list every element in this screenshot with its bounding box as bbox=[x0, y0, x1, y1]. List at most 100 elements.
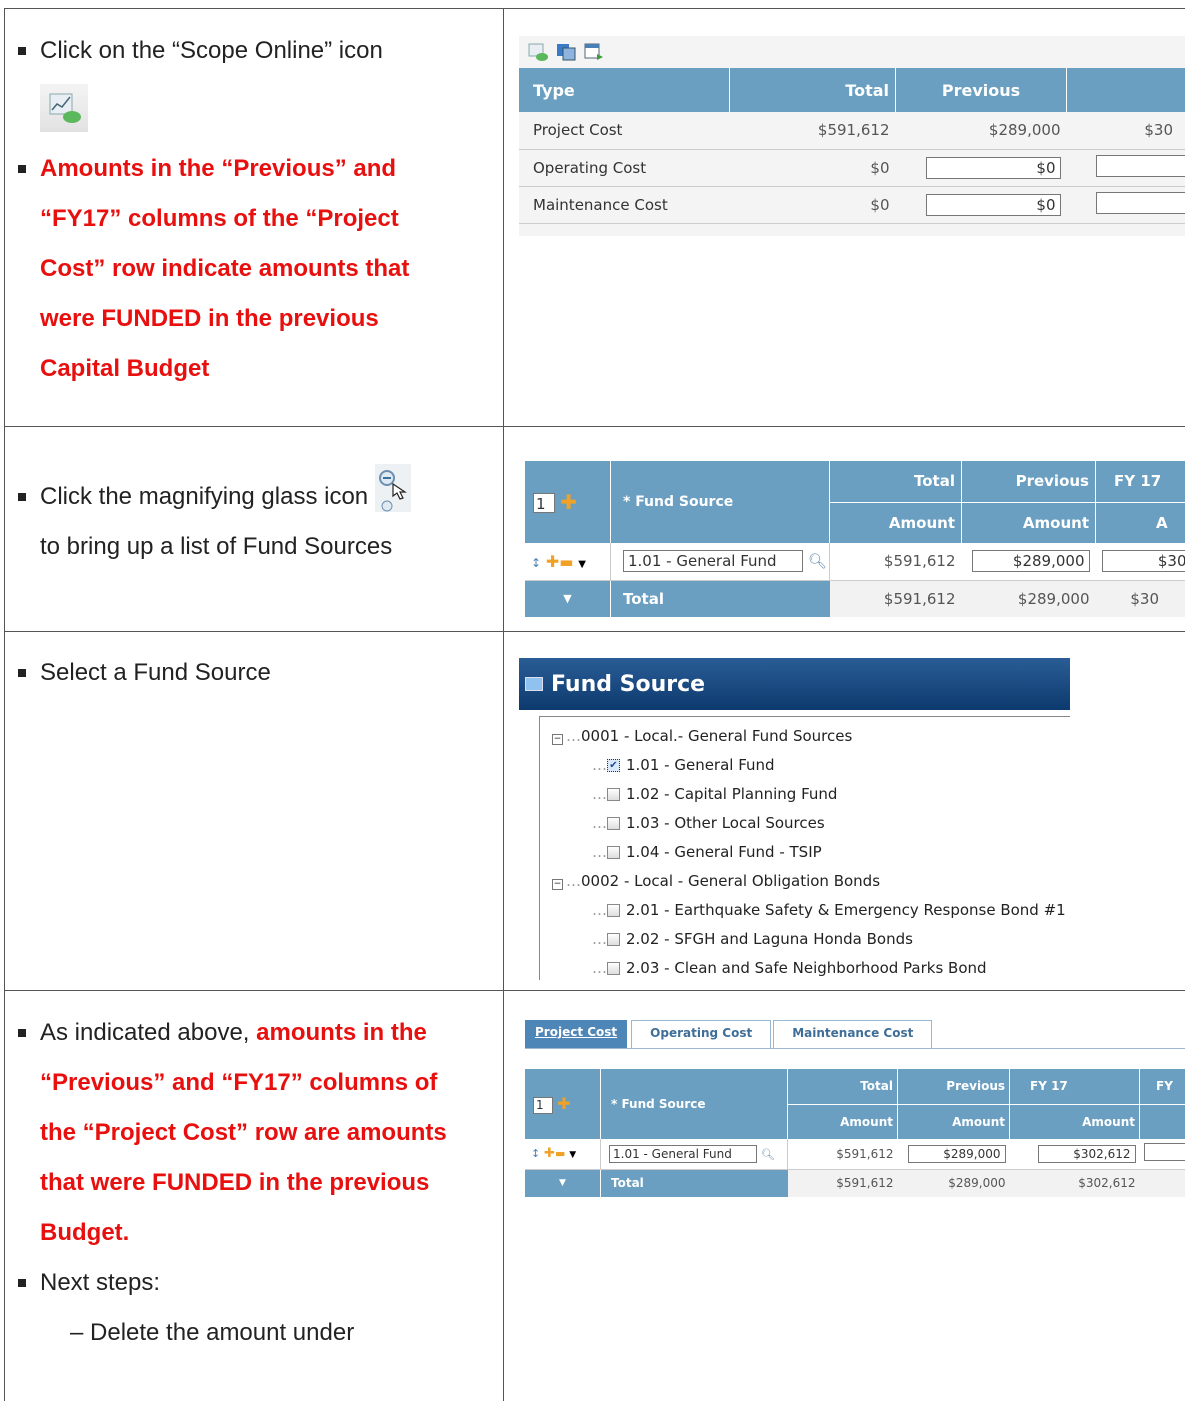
total-dropdown-icon[interactable]: ▼ bbox=[525, 580, 611, 617]
fund-source-header: * Fund Source bbox=[610, 461, 830, 543]
final-fund-table: 1 ✚ * Fund Source Total Previous FY 17 F… bbox=[525, 1069, 1185, 1197]
total-row: ▼ Total $591,612 $289,000 $302,612 bbox=[525, 1169, 1185, 1197]
fund-source-input[interactable]: 1.01 - General Fund bbox=[609, 1144, 757, 1163]
fy-next-header: FY bbox=[1139, 1069, 1185, 1105]
grid-row-divider-2 bbox=[4, 631, 1185, 632]
magnifying-glass-icon[interactable]: 🔍︎ bbox=[808, 552, 827, 570]
scope-online-icon[interactable] bbox=[527, 42, 549, 62]
row-previous: $289,000 bbox=[988, 121, 1061, 140]
dialog-titlebar: Fund Source bbox=[519, 658, 1070, 710]
scope-online-icon[interactable] bbox=[40, 84, 88, 132]
sort-icon[interactable]: ↕ bbox=[531, 1147, 540, 1160]
add-row-icon[interactable]: ✚ bbox=[560, 490, 577, 514]
previous-input[interactable]: $289,000 bbox=[971, 550, 1090, 573]
row4-note-line: amounts in the bbox=[256, 1019, 427, 1046]
previous-input[interactable]: $0 bbox=[925, 156, 1061, 179]
previous-amount-header: Amount bbox=[897, 1104, 1010, 1139]
row2-text: Click the magnifying glass icon to bring… bbox=[18, 446, 488, 572]
row1-note: Amounts in the “Previous” and “FY17” col… bbox=[18, 144, 488, 394]
copy-icon[interactable] bbox=[555, 42, 577, 62]
add-row-icon[interactable]: ✚ bbox=[557, 1094, 570, 1113]
checkbox[interactable] bbox=[607, 904, 620, 917]
row-count-input[interactable]: 1 bbox=[533, 1097, 553, 1114]
checkbox[interactable] bbox=[607, 788, 620, 801]
magnifying-glass-icon[interactable]: 🔍︎ bbox=[761, 1148, 775, 1161]
row-count-input[interactable]: 1 bbox=[533, 493, 555, 513]
fund-source-header: * Fund Source bbox=[600, 1069, 788, 1139]
add-icon[interactable]: ✚ bbox=[546, 552, 559, 571]
scope-online-icon-wrap bbox=[18, 76, 488, 142]
total-total: $591,612 bbox=[836, 1176, 894, 1191]
checkbox[interactable] bbox=[607, 962, 620, 975]
tree-group[interactable]: − …0002 - Local - General Obligation Bond… bbox=[552, 870, 1070, 899]
checkbox[interactable] bbox=[607, 933, 620, 946]
export-icon[interactable] bbox=[583, 42, 605, 62]
next-input[interactable] bbox=[1095, 154, 1185, 177]
fy-next-input[interactable] bbox=[1143, 1143, 1185, 1162]
dropdown-icon[interactable]: ▼ bbox=[569, 1150, 576, 1160]
tree-item[interactable]: … ✔ 1.01 - General Fund bbox=[592, 754, 1070, 783]
sort-icon[interactable]: ↕ bbox=[531, 556, 541, 570]
window-icon bbox=[525, 677, 543, 691]
tree-item[interactable]: … 1.02 - Capital Planning Fund bbox=[592, 783, 1070, 812]
row1-note-line: “FY17” columns of the “Project bbox=[40, 205, 399, 232]
row-total: $591,612 bbox=[836, 1146, 894, 1161]
row3-text: Select a Fund Source bbox=[18, 648, 488, 698]
fy17-input[interactable]: $302,612 bbox=[1037, 1144, 1136, 1163]
tab-operating-cost[interactable]: Operating Cost bbox=[631, 1020, 772, 1048]
previous-input[interactable]: $289,000 bbox=[907, 1144, 1006, 1163]
tab-maintenance-cost[interactable]: Maintenance Cost bbox=[773, 1020, 933, 1048]
dropdown-icon[interactable]: ▼ bbox=[578, 559, 586, 570]
tree-item[interactable]: … 2.02 - SFGH and Laguna Honda Bonds bbox=[592, 928, 1070, 957]
add-icon[interactable]: ✚ bbox=[544, 1146, 555, 1161]
tab-project-cost[interactable]: Project Cost bbox=[525, 1020, 628, 1048]
tree-item[interactable]: … 2.03 - Clean and Safe Neighborhood Park… bbox=[592, 957, 1070, 980]
grid-top-border bbox=[4, 8, 1185, 9]
scope-table-screenshot: Type Total Previous Project Cost $591,61… bbox=[519, 36, 1185, 236]
total-dropdown-icon[interactable]: ▼ bbox=[525, 1169, 601, 1197]
total-fy-next bbox=[1140, 1169, 1185, 1197]
tree-group-label: 0001 - Local.- General Fund Sources bbox=[581, 727, 853, 745]
table-row: Maintenance Cost $0 $0 bbox=[519, 186, 1185, 223]
checkbox[interactable] bbox=[607, 817, 620, 830]
tree-group[interactable]: − …0001 - Local.- General Fund Sources bbox=[552, 725, 1070, 754]
row4-note-line: “Previous” and “FY17” columns of bbox=[40, 1069, 438, 1096]
tree-item-label: 1.01 - General Fund bbox=[626, 756, 775, 774]
fy17-input[interactable]: $30 bbox=[1101, 550, 1185, 573]
magnify-zoom-icon bbox=[374, 463, 411, 512]
tree-item[interactable]: … 1.03 - Other Local Sources bbox=[592, 812, 1070, 841]
col-type: Type bbox=[519, 68, 730, 112]
table-row: ↕ ✚▬ ▼ 1.01 - General Fund 🔍︎ $591,612 $… bbox=[525, 543, 1185, 580]
row1-note-line: Amounts in the “Previous” and bbox=[40, 155, 397, 182]
row4-note-line: the “Project Cost” row are amounts bbox=[40, 1119, 447, 1146]
fy17-header: FY 17 bbox=[1095, 461, 1185, 503]
row1-note-line: were FUNDED in the previous bbox=[40, 305, 379, 332]
total-header: Total bbox=[829, 461, 962, 503]
row4-note-line: that were FUNDED in the previous bbox=[40, 1169, 430, 1196]
previous-amount-header: Amount bbox=[961, 502, 1096, 543]
previous-input[interactable]: $0 bbox=[925, 193, 1061, 216]
tree-item[interactable]: … 2.01 - Earthquake Safety & Emergency Re… bbox=[592, 899, 1070, 928]
collapse-icon[interactable]: − bbox=[552, 734, 563, 745]
row2-instruction-a: Click the magnifying glass icon bbox=[40, 483, 369, 510]
checkbox-checked[interactable]: ✔ bbox=[607, 759, 620, 772]
grid-center-divider bbox=[503, 8, 504, 1401]
collapse-icon[interactable]: − bbox=[552, 879, 563, 890]
remove-icon[interactable]: ▬ bbox=[559, 553, 573, 571]
row-type: Maintenance Cost bbox=[533, 195, 668, 214]
tree-item[interactable]: … 1.04 - General Fund - TSIP bbox=[592, 841, 1070, 870]
checkbox[interactable] bbox=[607, 846, 620, 859]
row-total: $591,612 bbox=[817, 121, 890, 140]
total-row-label: Total bbox=[610, 580, 830, 617]
dialog-title: Fund Source bbox=[551, 671, 706, 697]
tree-item-label: 1.02 - Capital Planning Fund bbox=[626, 785, 838, 803]
fund-source-input[interactable]: 1.01 - General Fund bbox=[623, 550, 803, 573]
tree-item-label: 1.04 - General Fund - TSIP bbox=[626, 843, 822, 861]
remove-icon[interactable]: ▬ bbox=[555, 1147, 565, 1160]
total-amount-header: Amount bbox=[787, 1104, 898, 1139]
next-input[interactable] bbox=[1095, 191, 1185, 214]
row4-note: As indicated above, amounts in the “Prev… bbox=[18, 1008, 496, 1258]
fy17-amount-header: Amount bbox=[1009, 1104, 1140, 1139]
fund-table-screenshot: 1 ✚ * Fund Source Total Previous FY 17 A… bbox=[525, 461, 1185, 619]
total-header: Total bbox=[787, 1069, 898, 1105]
